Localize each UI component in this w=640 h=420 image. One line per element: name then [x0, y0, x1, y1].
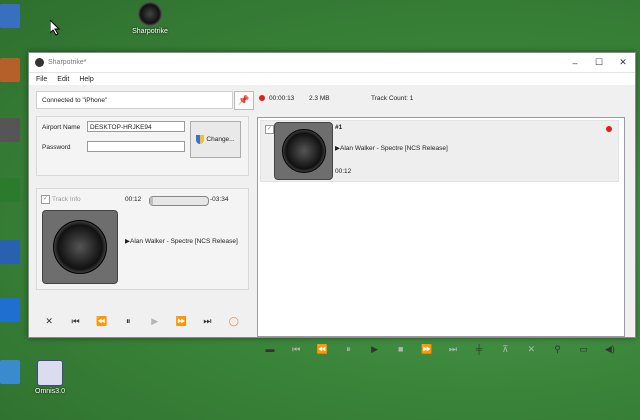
- export-icon[interactable]: ▭: [575, 344, 593, 355]
- airport-name-label: Airport Name: [42, 124, 81, 131]
- speaker-icon: [138, 2, 162, 26]
- menu-edit[interactable]: Edit: [52, 76, 74, 83]
- track-duration: 00:12: [335, 168, 352, 175]
- skip-previous-icon[interactable]: ⏮: [67, 316, 85, 327]
- skip-previous-icon[interactable]: ⏮: [287, 344, 305, 355]
- play-icon[interactable]: ▶: [146, 316, 164, 327]
- mouse-cursor-icon: [50, 20, 60, 36]
- rewind-icon[interactable]: ⏪: [313, 344, 331, 355]
- time-elapsed: 00:12: [125, 196, 142, 203]
- fast-forward-icon[interactable]: ⏩: [172, 316, 190, 327]
- pause-icon[interactable]: ⏸: [119, 316, 137, 327]
- airport-name-field[interactable]: DESKTOP-HRJKE94: [87, 121, 185, 132]
- list-item[interactable]: ✓ #1 ▶Alan Walker - Spectre [NCS Release…: [260, 120, 619, 182]
- desktop-icon-sharpotrike[interactable]: Sharpotrike: [120, 2, 180, 35]
- password-field[interactable]: [87, 141, 185, 152]
- desktop-icon-partial[interactable]: [0, 298, 20, 322]
- rewind-icon[interactable]: ⏪: [93, 316, 111, 327]
- time-remaining: -03:34: [210, 196, 229, 203]
- attach-icon[interactable]: ⚲: [549, 344, 567, 355]
- track-checkbox[interactable]: ✓: [265, 125, 274, 134]
- desktop-icon-partial[interactable]: [0, 178, 20, 202]
- desktop-icon-partial[interactable]: [0, 360, 20, 384]
- title-bar[interactable]: Sharpotrike* – ☐ ✕: [29, 53, 635, 73]
- fast-forward-icon[interactable]: ⏩: [418, 344, 436, 355]
- track-recording-dot-icon: [606, 126, 612, 132]
- track-info-group: ✓ Track Info 00:12 -03:34 ▶Alan Walker -…: [36, 188, 249, 290]
- track-info-checkbox[interactable]: ✓: [41, 195, 50, 204]
- shuffle-icon[interactable]: ✕: [40, 316, 58, 327]
- album-art: [42, 210, 118, 284]
- window-title: Sharpotrike*: [48, 59, 87, 66]
- pin-button[interactable]: 📌: [234, 91, 254, 110]
- pause-icon[interactable]: ⏸: [339, 344, 357, 355]
- track-title: ▶Alan Walker - Spectre [NCS Release]: [335, 145, 448, 152]
- desktop-icon-label: Sharpotrike: [132, 28, 168, 35]
- merge-icon[interactable]: ⊼: [496, 344, 514, 355]
- app-icon: [35, 58, 44, 67]
- recording-status: 00:00:13 2.3 MB Track Count: 1: [255, 91, 628, 105]
- delete-icon[interactable]: ✕: [522, 344, 540, 355]
- left-panel: Connected to "iPhone" 📌 Airport Name DES…: [36, 91, 254, 326]
- desktop-icon-partial[interactable]: [0, 240, 20, 264]
- recording-indicator-icon: [259, 95, 265, 101]
- desktop-icon-partial[interactable]: [0, 58, 20, 82]
- speaker-icon: [281, 129, 326, 173]
- volume-icon[interactable]: ◀): [601, 344, 619, 355]
- desktop-icon-label: Omnis3.0: [35, 388, 65, 395]
- password-label: Password: [42, 144, 71, 151]
- track-thumbnail: [274, 122, 333, 180]
- app-window: Sharpotrike* – ☐ ✕ File Edit Help Connec…: [28, 52, 636, 354]
- now-playing-title: ▶Alan Walker - Spectre [NCS Release]: [125, 238, 238, 245]
- menu-help[interactable]: Help: [74, 76, 98, 83]
- player-controls: ✕ ⏮ ⏪ ⏸ ▶ ⏩ ⏭ ◯: [36, 313, 247, 329]
- desktop-icon-omnis[interactable]: Omnis3.0: [20, 360, 80, 395]
- speaker-icon: [53, 220, 107, 274]
- track-list[interactable]: ✓ #1 ▶Alan Walker - Spectre [NCS Release…: [257, 117, 625, 337]
- change-button-label: Change...: [206, 136, 235, 143]
- seek-bar-fill: [150, 197, 154, 205]
- track-index: #1: [335, 124, 343, 131]
- seek-bar[interactable]: [149, 196, 209, 206]
- shield-icon: [196, 135, 205, 144]
- pin-icon: 📌: [238, 95, 250, 105]
- desktop-icon-partial[interactable]: [0, 118, 20, 142]
- change-button[interactable]: Change...: [190, 121, 241, 158]
- app-icon: [37, 360, 63, 386]
- list-toolbar: ▬ ⏮ ⏪ ⏸ ▶ ■ ⏩ ⏭ ╪ ⊼ ✕ ⚲ ▭ ◀): [257, 341, 623, 357]
- skip-next-icon[interactable]: ⏭: [444, 344, 462, 355]
- record-icon[interactable]: ◯: [225, 316, 243, 327]
- menu-file[interactable]: File: [31, 76, 52, 83]
- folder-icon[interactable]: ▬: [261, 344, 279, 354]
- airport-login-group: Airport Name DESKTOP-HRJKE94 Password Ch…: [36, 116, 249, 176]
- track-info-label: Track Info: [52, 196, 81, 203]
- right-panel: 00:00:13 2.3 MB Track Count: 1 ✓ #1 ▶Ala…: [255, 91, 628, 354]
- connection-status: Connected to "iPhone": [36, 91, 233, 109]
- split-icon[interactable]: ╪: [470, 344, 488, 354]
- recording-size: 2.3 MB: [309, 94, 330, 102]
- maximize-button[interactable]: ☐: [587, 57, 611, 68]
- stop-icon[interactable]: ■: [392, 344, 410, 354]
- minimize-button[interactable]: –: [563, 58, 587, 68]
- play-icon[interactable]: ▶: [366, 344, 384, 355]
- menu-bar: File Edit Help: [29, 73, 635, 85]
- desktop-icon-partial[interactable]: [0, 4, 20, 28]
- skip-next-icon[interactable]: ⏭: [198, 316, 216, 327]
- track-count: Track Count: 1: [371, 94, 414, 102]
- close-button[interactable]: ✕: [611, 57, 635, 68]
- recording-elapsed: 00:00:13: [269, 94, 295, 102]
